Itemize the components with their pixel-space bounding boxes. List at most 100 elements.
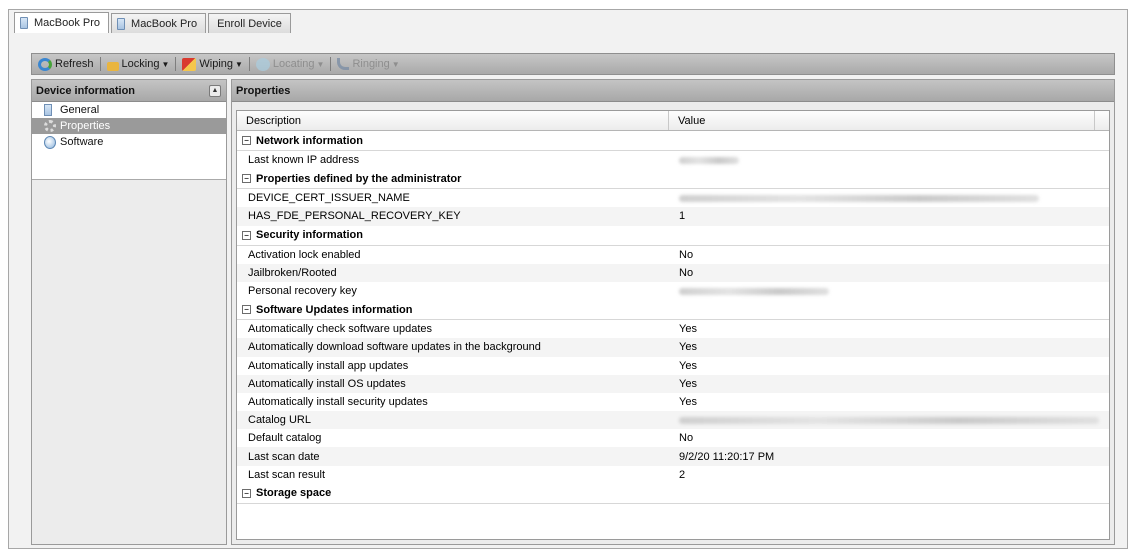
collapse-group-icon[interactable]: − (242, 230, 251, 240)
software-icon (44, 135, 56, 149)
row-value: Yes (679, 395, 697, 408)
refresh-button[interactable]: Refresh (36, 55, 96, 73)
row-value: No (679, 432, 694, 445)
toolbar-separator (175, 57, 177, 71)
collapse-group-icon[interactable]: − (242, 136, 251, 145)
tab-label: MacBook Pro (34, 17, 101, 29)
properties-grid: Description Value − Network information La… (236, 110, 1110, 540)
panel-title: Device information (36, 84, 136, 97)
nav-item-properties[interactable]: Properties (32, 118, 226, 134)
locating-label: Locating (272, 58, 315, 70)
locking-label: Locking (121, 58, 160, 70)
properties-panel: Properties Description Value − Network in… (231, 79, 1115, 545)
table-row[interactable]: Automatically install app updates Yes (237, 357, 1109, 375)
row-value: No (679, 248, 694, 261)
panel-title: Properties (236, 84, 291, 97)
lock-icon (106, 61, 119, 71)
group-header[interactable]: − Security information (237, 226, 1109, 246)
group-title: Network information (256, 134, 363, 147)
device-icon (20, 17, 28, 29)
column-header-value[interactable]: Value (669, 111, 1095, 130)
table-row[interactable]: Personal recovery key (237, 282, 1109, 300)
row-description: DEVICE_CERT_ISSUER_NAME (248, 192, 410, 205)
ringing-menu-button[interactable]: Ringing ▼ (335, 55, 401, 73)
redacted-value (679, 416, 1099, 424)
column-label: Description (246, 114, 302, 127)
collapse-group-icon[interactable]: − (242, 174, 251, 184)
toolbar: Refresh Locking ▼ Wiping ▼ Locating ▼ Ri… (31, 53, 1115, 75)
row-description: Jailbroken/Rooted (248, 266, 337, 279)
table-row[interactable]: Automatically install security updates Ye… (237, 393, 1109, 411)
tab-macbook-pro-2[interactable]: MacBook Pro (111, 13, 207, 33)
table-row[interactable]: Last known IP address (237, 151, 1109, 169)
grid-body: − Network information Last known IP addres… (237, 131, 1109, 504)
toolbar-separator (248, 57, 250, 71)
row-value: Yes (679, 377, 697, 390)
locking-menu-button[interactable]: Locking ▼ (105, 55, 172, 73)
row-description: Catalog URL (248, 414, 311, 427)
row-description: Automatically check software updates (248, 323, 433, 336)
chevron-down-icon: ▼ (316, 59, 325, 69)
chevron-down-icon: ▼ (161, 59, 170, 69)
table-row[interactable]: Automatically install OS updates Yes (237, 374, 1109, 393)
collapse-group-icon[interactable]: − (242, 488, 251, 498)
table-row[interactable]: Automatically download software updates … (237, 338, 1109, 357)
wiping-menu-button[interactable]: Wiping ▼ (180, 55, 245, 73)
table-row[interactable]: HAS_FDE_PERSONAL_RECOVERY_KEY 1 (237, 207, 1109, 226)
refresh-icon (38, 57, 52, 71)
row-value: 9/2/20 11:20:17 PM (679, 450, 775, 463)
table-row[interactable]: Jailbroken/Rooted No (237, 263, 1109, 282)
column-header-description[interactable]: Description (237, 111, 669, 130)
ringing-label: Ringing (352, 58, 390, 70)
collapse-icon[interactable]: ▲ (209, 85, 221, 97)
table-row[interactable]: DEVICE_CERT_ISSUER_NAME (237, 189, 1109, 207)
row-description: Last known IP address (248, 154, 360, 167)
tab-label: MacBook Pro (131, 17, 198, 30)
table-row[interactable]: Default catalog No (237, 429, 1109, 447)
group-header[interactable]: − Software Updates information (237, 300, 1109, 321)
row-value: 1 (679, 210, 686, 223)
group-title: Properties defined by the administrator (256, 172, 462, 185)
toolbar-separator (99, 57, 101, 71)
tab-macbook-pro-1[interactable]: MacBook Pro (14, 12, 110, 33)
nav-item-software[interactable]: Software (32, 134, 226, 150)
row-description: Activation lock enabled (248, 248, 361, 261)
tab-enroll-device[interactable]: Enroll Device (208, 13, 291, 33)
row-value (669, 192, 1095, 204)
row-description: Last scan date (248, 450, 320, 463)
table-row[interactable]: Automatically check software updates Yes (237, 320, 1109, 338)
row-description: Automatically install security updates (248, 395, 428, 408)
group-header[interactable]: − Storage space (237, 484, 1109, 504)
device-info-nav: General Properties Software (32, 102, 226, 180)
device-information-panel: Device information ▲ General Properties … (31, 79, 227, 545)
group-header[interactable]: − Properties defined by the administrator (237, 169, 1109, 190)
column-label: Value (678, 114, 706, 127)
grid-header: Description Value (237, 111, 1109, 131)
wipe-icon (182, 57, 197, 71)
nav-item-label: Software (60, 136, 104, 148)
row-value: Yes (679, 341, 697, 354)
redacted-value (679, 194, 1039, 202)
nav-item-general[interactable]: General (32, 102, 226, 118)
gear-icon (44, 120, 56, 132)
redacted-value (679, 287, 829, 295)
chevron-down-icon: ▼ (235, 59, 243, 69)
row-value (669, 414, 1099, 426)
chevron-down-icon: ▼ (391, 59, 400, 69)
row-description: Automatically install OS updates (248, 377, 406, 390)
table-row[interactable]: Last scan date 9/2/20 11:20:17 PM (237, 447, 1109, 466)
redacted-value (679, 156, 739, 164)
row-value (669, 285, 1095, 297)
phone-icon (337, 58, 350, 70)
locating-menu-button[interactable]: Locating ▼ (254, 55, 327, 73)
refresh-label: Refresh (55, 58, 94, 70)
table-row[interactable]: Last scan result 2 (237, 466, 1109, 484)
table-row[interactable]: Catalog URL (237, 411, 1109, 430)
group-header[interactable]: − Network information (237, 131, 1109, 151)
toolbar-separator (330, 57, 332, 71)
device-tabs: MacBook Pro MacBook Pro Enroll Device (14, 12, 293, 33)
collapse-group-icon[interactable]: − (242, 305, 251, 315)
table-row[interactable]: Activation lock enabled No (237, 246, 1109, 264)
row-description: Automatically download software updates … (248, 341, 541, 354)
tab-label: Enroll Device (217, 17, 282, 30)
